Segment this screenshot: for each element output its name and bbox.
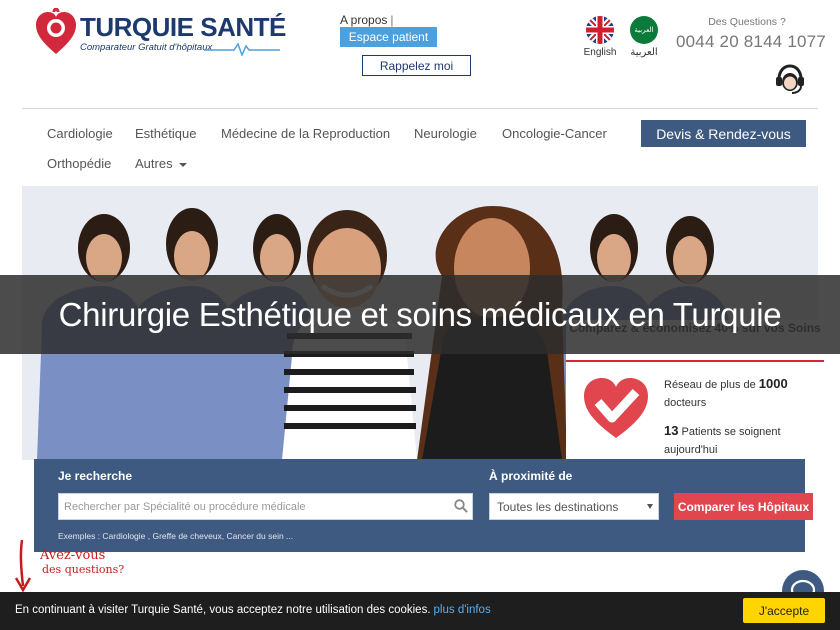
nav-autres-label: Autres <box>135 156 173 171</box>
promo-stat2-value: 13 <box>664 423 679 438</box>
promo-divider <box>566 360 824 362</box>
search-panel: Je recherche À proximité de Rechercher p… <box>34 459 813 552</box>
handwritten-arrow-icon <box>14 539 32 593</box>
search-input[interactable]: Rechercher par Spécialité ou procédure m… <box>58 493 473 520</box>
logo-subtitle: Comparateur Gratuit d'hôpitaux <box>80 42 213 53</box>
nav-cardiologie[interactable]: Cardiologie <box>47 126 113 141</box>
note-line1: Avez-vous <box>40 548 106 563</box>
destination-select[interactable]: Toutes les destinations <box>489 493 659 520</box>
nav-autres[interactable]: Autres <box>135 156 187 171</box>
nav-orthopedie[interactable]: Orthopédie <box>47 156 111 171</box>
apropos-separator: | <box>390 13 394 27</box>
logo-title-part2: SANTÉ <box>200 12 286 42</box>
nav-medecine-reproduction[interactable]: Médecine de la Reproduction <box>221 126 390 141</box>
apropos-link[interactable]: A propos <box>340 13 387 27</box>
language-arabic-label: العربية <box>630 47 658 58</box>
compare-hospitals-button[interactable]: Comparer les Hôpitaux <box>674 493 813 520</box>
near-label: À proximité de <box>489 469 573 483</box>
promo-stat1-value: 1000 <box>758 376 788 391</box>
destination-value: Toutes les destinations <box>497 499 619 514</box>
saudi-flag-icon: العربية <box>630 16 658 44</box>
cookie-bar: En continuant à visiter Turquie Santé, v… <box>0 592 840 630</box>
header-divider <box>22 108 818 109</box>
devis-rendezvous-button[interactable]: Devis & Rendez-vous <box>641 120 806 147</box>
handwritten-note: Avez-vous des questions? <box>40 548 125 577</box>
cookie-accept-button[interactable]: J'accepte <box>743 598 825 623</box>
search-label: Je recherche <box>58 469 133 483</box>
patient-space-button[interactable]: Espace patient <box>340 27 437 47</box>
search-examples: Exemples : Cardiologie , Greffe de cheve… <box>58 531 294 541</box>
questions-label: Des Questions ? <box>708 16 786 28</box>
language-english-label: English <box>583 47 617 58</box>
search-icon[interactable] <box>454 499 468 513</box>
nav-neurologie[interactable]: Neurologie <box>414 126 477 141</box>
promo-stat1-prefix: Réseau de plus de <box>664 379 756 391</box>
caret-down-icon <box>178 162 187 167</box>
nav-esthetique[interactable]: Esthétique <box>135 126 196 141</box>
recall-button[interactable]: Rappelez moi <box>362 55 471 76</box>
saudi-flag-text: العربية <box>634 26 654 34</box>
note-line2: des questions? <box>42 562 125 576</box>
logo-title-part1: TURQUIE <box>80 12 194 42</box>
nav-oncologie[interactable]: Oncologie-Cancer <box>502 126 607 141</box>
cookie-more-info-link[interactable]: plus d'infos <box>434 604 491 616</box>
logo-heart-icon <box>36 8 76 54</box>
hero-banner: Chirurgie Esthétique et soins médicaux e… <box>0 275 840 354</box>
heart-check-icon <box>584 378 648 438</box>
pulse-line-icon <box>204 42 280 56</box>
page-title: Chirurgie Esthétique et soins médicaux e… <box>58 295 782 333</box>
headset-support-icon[interactable] <box>771 60 809 98</box>
cookie-message: En continuant à visiter Turquie Santé, v… <box>15 604 431 616</box>
site-logo[interactable]: TURQUIE SANTÉ Comparateur Gratuit d'hôpi… <box>36 8 286 58</box>
uk-flag-icon <box>586 16 614 44</box>
promo-stat2-text: Patients se soignent aujourd'hui <box>664 426 781 456</box>
language-english[interactable]: English <box>580 16 620 58</box>
language-arabic[interactable]: العربية العربية <box>622 16 666 58</box>
select-arrow-icon <box>647 504 653 509</box>
phone-number[interactable]: 0044 20 8144 1077 <box>676 32 826 52</box>
promo-stat1-suffix: docteurs <box>664 396 707 409</box>
